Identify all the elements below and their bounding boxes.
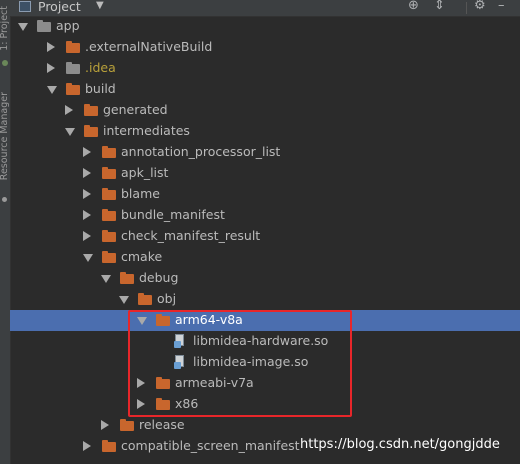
tree-row[interactable]: intermediates — [10, 121, 520, 142]
folder-icon — [102, 230, 116, 242]
expand-arrow-down-icon[interactable] — [47, 86, 57, 94]
folder-icon — [138, 293, 152, 305]
tree-row[interactable]: cmake — [10, 247, 520, 268]
tree-row[interactable]: debug — [10, 268, 520, 289]
tree-row[interactable]: .externalNativeBuild — [10, 37, 520, 58]
tree-row[interactable]: app — [10, 16, 520, 37]
tree-item-label: app — [56, 18, 80, 33]
folder-icon — [66, 83, 80, 95]
tree-row[interactable]: check_manifest_result — [10, 226, 520, 247]
expand-arrow-right-icon[interactable] — [101, 420, 109, 430]
folder-icon — [66, 41, 80, 53]
project-view-icon — [19, 1, 31, 12]
tree-item-label: debug — [139, 270, 179, 285]
expand-arrow-down-icon[interactable] — [83, 254, 93, 262]
expand-arrow-down-icon[interactable] — [18, 23, 28, 31]
tree-item-label: intermediates — [103, 123, 190, 138]
locate-icon[interactable]: ⊕ — [408, 0, 419, 13]
tree-item-label: bundle_manifest — [121, 207, 225, 222]
expand-arrow-right-icon[interactable] — [83, 168, 91, 178]
tree-item-label: compatible_screen_manifest — [121, 438, 300, 453]
expand-arrow-down-icon[interactable] — [119, 296, 129, 304]
tree-item-label: .externalNativeBuild — [85, 39, 213, 54]
tree-item-label: build — [85, 81, 116, 96]
view-dropdown-icon[interactable]: ▼ — [96, 0, 104, 11]
expand-arrow-right-icon[interactable] — [65, 105, 73, 115]
expand-arrow-down-icon[interactable] — [65, 128, 75, 136]
status-dot-icon — [2, 60, 8, 66]
tree-item-label: obj — [157, 291, 177, 306]
expand-arrow-right-icon[interactable] — [47, 42, 55, 52]
folder-icon — [37, 20, 51, 32]
tree-item-label: check_manifest_result — [121, 228, 261, 243]
resource-manager-side-tab[interactable]: Resource Manager — [0, 92, 10, 180]
expand-arrow-right-icon[interactable] — [83, 189, 91, 199]
tree-row[interactable]: generated — [10, 100, 520, 121]
folder-icon — [102, 167, 116, 179]
tree-row[interactable]: obj — [10, 289, 520, 310]
tree-item-label: cmake — [121, 249, 163, 264]
tree-row[interactable]: .idea — [10, 58, 520, 79]
expand-arrow-right-icon[interactable] — [83, 210, 91, 220]
expand-arrow-right-icon[interactable] — [83, 231, 91, 241]
folder-icon — [66, 62, 80, 74]
project-side-tab[interactable]: 1: Project — [0, 6, 10, 51]
tree-row[interactable]: bundle_manifest — [10, 205, 520, 226]
tree-item-label: .idea — [85, 60, 116, 75]
expand-arrow-right-icon[interactable] — [47, 63, 55, 73]
folder-icon — [102, 209, 116, 221]
tree-item-label: release — [139, 417, 185, 432]
folder-icon — [102, 440, 116, 452]
folder-icon — [84, 125, 98, 137]
expand-arrow-right-icon[interactable] — [83, 441, 91, 451]
tree-item-label: blame — [121, 186, 160, 201]
folder-icon — [84, 104, 98, 116]
expand-arrow-down-icon[interactable] — [101, 275, 111, 283]
settings-gear-icon[interactable]: ⚙ — [474, 0, 486, 13]
watermark: https://blog.csdn.net/gongjdde — [300, 437, 500, 452]
tree-item-label: annotation_processor_list — [121, 144, 281, 159]
folder-icon — [120, 419, 134, 431]
tree-row[interactable]: annotation_processor_list — [10, 142, 520, 163]
tree-item-label: apk_list — [121, 165, 169, 180]
toolbar-divider — [466, 2, 467, 14]
folder-icon — [102, 251, 116, 263]
panel-title[interactable]: Project — [38, 0, 81, 14]
tree-row[interactable]: build — [10, 79, 520, 100]
collapse-all-icon[interactable]: ⇕ — [434, 0, 445, 13]
folder-icon — [102, 146, 116, 158]
tree-row[interactable]: apk_list — [10, 163, 520, 184]
project-panel-header: Project ▼ ⊕ ⇕ ⚙ – — [10, 0, 520, 17]
folder-icon — [102, 188, 116, 200]
folder-icon — [120, 272, 134, 284]
tree-row[interactable]: blame — [10, 184, 520, 205]
hide-panel-icon[interactable]: – — [498, 0, 505, 13]
tree-row[interactable]: release — [10, 415, 520, 436]
highlight-annotation-box — [128, 310, 352, 417]
tree-item-label: generated — [103, 102, 168, 117]
expand-arrow-right-icon[interactable] — [83, 147, 91, 157]
dot-icon — [2, 197, 7, 202]
